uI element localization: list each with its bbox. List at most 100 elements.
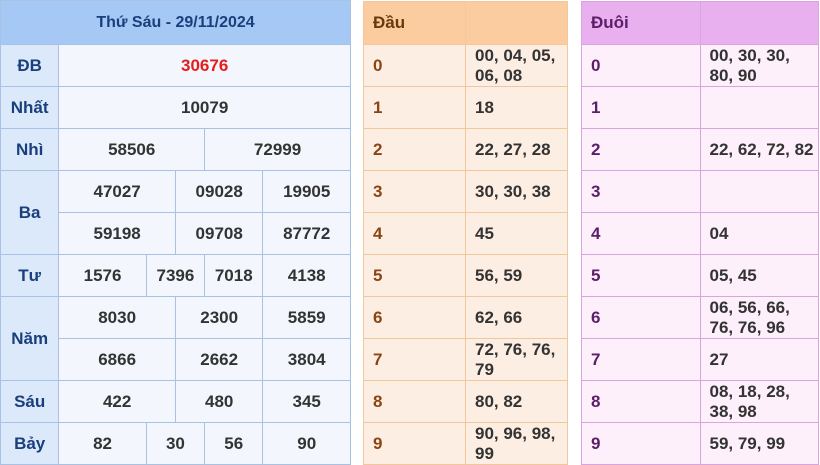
- dau-values: 72, 76, 76, 79: [465, 338, 568, 381]
- dau-values: 62, 66: [465, 296, 568, 339]
- dau-values: 80, 82: [465, 380, 568, 423]
- dau-values: 30, 30, 38: [465, 170, 568, 213]
- prize-fifth-value: 5859: [262, 296, 351, 339]
- prize-third-value: 87772: [262, 212, 351, 255]
- duoi-values: 04: [699, 212, 819, 255]
- duoi-values: 59, 79, 99: [699, 422, 819, 465]
- dau-row: 4 45: [363, 212, 568, 255]
- prize-sixth-value: 345: [262, 380, 351, 423]
- duoi-values: 05, 45: [699, 254, 819, 297]
- dau-row: 8 80, 82: [363, 380, 568, 423]
- prize-label-special: ĐB: [0, 44, 60, 87]
- duoi-key: 5: [581, 254, 701, 297]
- prize-label-fourth: Tư: [0, 254, 60, 297]
- dau-row: 6 62, 66: [363, 296, 568, 339]
- duoi-row: 3: [581, 170, 819, 213]
- prize-fifth-value: 2662: [174, 338, 264, 381]
- dau-values: 90, 96, 98, 99: [465, 422, 568, 465]
- prize-sixth-value: 422: [58, 380, 176, 423]
- dau-values: 22, 27, 28: [465, 128, 568, 171]
- prize-fifth-value: 3804: [262, 338, 351, 381]
- duoi-row: 0 00, 30, 30, 80, 90: [581, 44, 819, 87]
- duoi-key: 8: [581, 380, 701, 423]
- prize-seventh-value: 56: [204, 422, 264, 465]
- dau-row: 0 00, 04, 05, 06, 08: [363, 44, 568, 87]
- duoi-values: 22, 62, 72, 82: [699, 128, 819, 171]
- dau-row: 9 90, 96, 98, 99: [363, 422, 568, 465]
- dau-row: 7 72, 76, 76, 79: [363, 338, 568, 381]
- dau-key: 4: [363, 212, 466, 255]
- prize-fifth-value: 2300: [174, 296, 264, 339]
- duoi-key: 9: [581, 422, 701, 465]
- dau-row: 3 30, 30, 38: [363, 170, 568, 213]
- dau-key: 6: [363, 296, 466, 339]
- prize-label-third: Ba: [0, 170, 60, 255]
- prize-third-value: 19905: [262, 170, 351, 213]
- dau-values: 18: [465, 86, 568, 129]
- duoi-row: 4 04: [581, 212, 819, 255]
- dau-key: 3: [363, 170, 466, 213]
- prize-seventh-value: 82: [58, 422, 147, 465]
- prize-sixth-value: 480: [174, 380, 264, 423]
- duoi-key: 4: [581, 212, 701, 255]
- duoi-values: [699, 86, 819, 129]
- dau-table: Đầu 0 00, 04, 05, 06, 08 1 18 2 22, 27, 28 …: [363, 1, 568, 465]
- dau-header: Đầu: [363, 1, 466, 45]
- prize-label-first: Nhất: [0, 86, 60, 129]
- prize-fourth-value: 4138: [262, 254, 351, 297]
- duoi-key: 3: [581, 170, 701, 213]
- dau-row: 1 18: [363, 86, 568, 129]
- duoi-header-blank: [699, 1, 819, 45]
- prize-third-value: 09708: [174, 212, 264, 255]
- dau-key: 9: [363, 422, 466, 465]
- results-table: Thứ Sáu - 29/11/2024 ĐB 30676 Nhất 10079…: [0, 0, 351, 465]
- prize-label-fifth: Năm: [0, 296, 60, 381]
- duoi-row: 2 22, 62, 72, 82: [581, 128, 819, 171]
- prize-fifth-value: 6866: [58, 338, 176, 381]
- prize-fifth-value: 8030: [58, 296, 176, 339]
- duoi-values: 06, 56, 66, 76, 76, 96: [699, 296, 819, 339]
- dau-key: 0: [363, 44, 466, 87]
- prize-fourth-value: 7018: [204, 254, 264, 297]
- prize-fourth-value: 7396: [145, 254, 206, 297]
- dau-key: 8: [363, 380, 466, 423]
- duoi-key: 7: [581, 338, 701, 381]
- duoi-key: 1: [581, 86, 701, 129]
- prize-third-value: 47027: [58, 170, 176, 213]
- prize-seventh-value: 90: [262, 422, 351, 465]
- results-date-title: Thứ Sáu - 29/11/2024: [0, 0, 351, 45]
- duoi-row: 9 59, 79, 99: [581, 422, 819, 465]
- dau-row: 5 56, 59: [363, 254, 568, 297]
- duoi-table: Đuôi 0 00, 30, 30, 80, 90 1 2 22, 62, 72, …: [581, 1, 819, 465]
- duoi-key: 6: [581, 296, 701, 339]
- duoi-key: 2: [581, 128, 701, 171]
- prize-label-seventh: Bảy: [0, 422, 60, 465]
- duoi-row: 5 05, 45: [581, 254, 819, 297]
- dau-values: 56, 59: [465, 254, 568, 297]
- duoi-values: 27: [699, 338, 819, 381]
- dau-row: 2 22, 27, 28: [363, 128, 568, 171]
- prize-third-value: 59198: [58, 212, 176, 255]
- prize-second-value: 72999: [204, 128, 351, 171]
- duoi-values: 08, 18, 28, 38, 98: [699, 380, 819, 423]
- duoi-values: 00, 30, 30, 80, 90: [699, 44, 819, 87]
- dau-values: 00, 04, 05, 06, 08: [465, 44, 568, 87]
- duoi-row: 6 06, 56, 66, 76, 76, 96: [581, 296, 819, 339]
- prize-first-value: 10079: [58, 86, 351, 129]
- dau-key: 2: [363, 128, 466, 171]
- prize-label-sixth: Sáu: [0, 380, 60, 423]
- duoi-values: [699, 170, 819, 213]
- duoi-header: Đuôi: [581, 1, 701, 45]
- duoi-row: 7 27: [581, 338, 819, 381]
- prize-seventh-value: 30: [145, 422, 206, 465]
- prize-second-value: 58506: [58, 128, 206, 171]
- prize-third-value: 09028: [174, 170, 264, 213]
- prize-fourth-value: 1576: [58, 254, 147, 297]
- duoi-row: 1: [581, 86, 819, 129]
- dau-key: 7: [363, 338, 466, 381]
- dau-key: 5: [363, 254, 466, 297]
- dau-values: 45: [465, 212, 568, 255]
- duoi-key: 0: [581, 44, 701, 87]
- prize-special-value: 30676: [58, 44, 351, 87]
- duoi-row: 8 08, 18, 28, 38, 98: [581, 380, 819, 423]
